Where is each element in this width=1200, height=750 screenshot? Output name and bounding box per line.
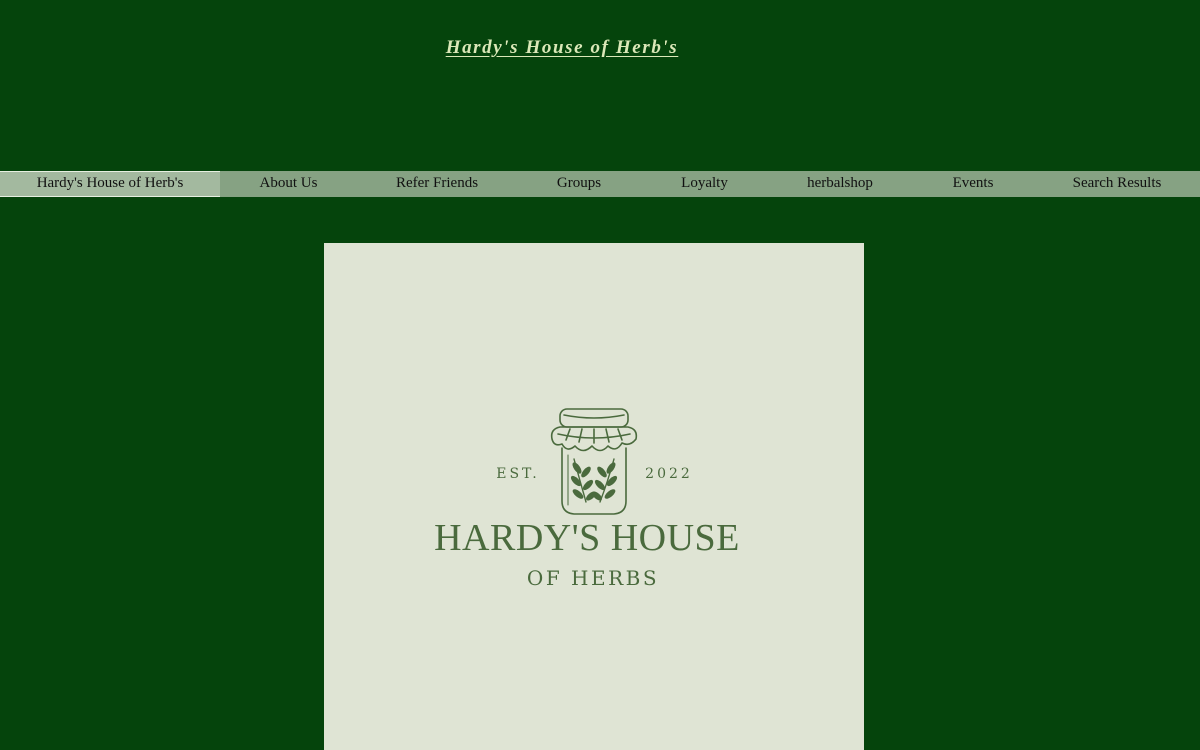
nav-item-about-us[interactable]: About Us (220, 171, 357, 197)
logo-year: 2022 (645, 466, 693, 482)
herb-leaves-icon (570, 462, 618, 501)
nav-item-refer-friends[interactable]: Refer Friends (357, 171, 517, 197)
logo-image: EST. 2022 HARDY'S HOUSE OF HERBS (324, 243, 864, 750)
main-nav: Hardy's House of Herb's About Us Refer F… (0, 171, 1200, 197)
nav-item-loyalty[interactable]: Loyalty (641, 171, 768, 197)
nav-item-groups[interactable]: Groups (517, 171, 641, 197)
logo-est-label: EST. (496, 466, 540, 482)
logo-graphic: EST. 2022 HARDY'S HOUSE OF HERBS (434, 408, 740, 590)
nav-item-herbalshop[interactable]: herbalshop (768, 171, 912, 197)
nav-item-events[interactable]: Events (912, 171, 1034, 197)
site-title-link[interactable]: Hardy's House of Herb's (0, 37, 1124, 59)
nav-item-search-results[interactable]: Search Results (1034, 171, 1200, 197)
herb-jar-icon (550, 408, 638, 515)
logo-name-line1: HARDY'S HOUSE (434, 517, 740, 559)
logo-name-line2: OF HERBS (527, 566, 659, 590)
nav-item-home[interactable]: Hardy's House of Herb's (0, 171, 220, 197)
page: Hardy's House of Herb's Hardy's House of… (0, 0, 1200, 750)
